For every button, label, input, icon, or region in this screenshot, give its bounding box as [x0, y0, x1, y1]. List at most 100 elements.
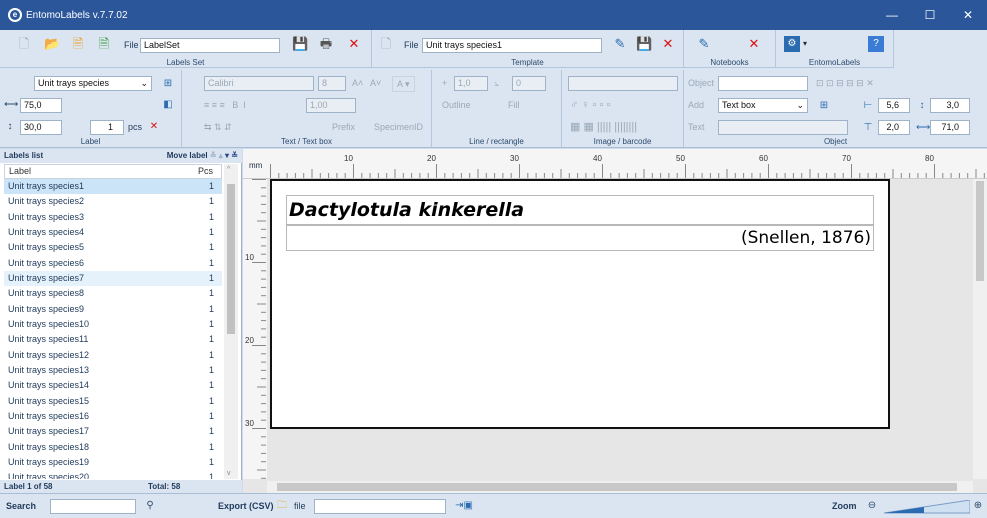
save-template-icon[interactable]: 💾	[636, 36, 652, 52]
align-icons[interactable]: ≡ ≡ ≡ B I	[204, 98, 246, 112]
chevron-down-icon[interactable]: ⌄	[140, 77, 148, 90]
col-label-header[interactable]: Label	[9, 165, 31, 178]
move-up-icon[interactable]: ≚ ▴	[210, 151, 223, 160]
list-item[interactable]: Unit trays species1 1	[4, 179, 222, 195]
delete-icon[interactable]: ✕	[346, 36, 362, 52]
edit-template-icon[interactable]: ✎	[612, 36, 628, 52]
label-template-select[interactable]: Unit trays species ⌄	[34, 76, 152, 91]
notebook-edit-icon[interactable]: ✎	[696, 36, 712, 52]
export-file-icon[interactable]: 🗎	[96, 36, 112, 52]
barcode-icons[interactable]: ▦ ▦ ||||| ||||||||	[570, 120, 637, 134]
list-item[interactable]: Unit trays species12 1	[4, 348, 222, 363]
species-text-box[interactable]: Dactylotula kinkerella	[286, 195, 874, 225]
list-item[interactable]: Unit trays species13 1	[4, 363, 222, 378]
list-item[interactable]: Unit trays species8 1	[4, 286, 222, 301]
shrink-font-icon[interactable]: A˅	[370, 76, 381, 90]
new-file-icon[interactable]: 🗋	[16, 36, 32, 52]
image-input[interactable]	[568, 76, 678, 91]
list-item[interactable]: Unit trays species4 1	[4, 225, 222, 240]
line-width-input[interactable]: 1,0	[454, 76, 488, 91]
folder-icon[interactable]: 🗀	[276, 500, 288, 512]
labels-list-scrollbar[interactable]: ^ v	[224, 164, 238, 479]
canvas-hscroll-thumb[interactable]	[277, 483, 957, 491]
delete-label-icon[interactable]: ✕	[148, 121, 160, 133]
prefix-checkbox[interactable]: Prefix	[332, 120, 355, 134]
settings-gear-icon[interactable]: ⚙	[784, 36, 800, 52]
chevron-down-icon[interactable]: ▾	[803, 39, 807, 48]
save-icon[interactable]: 💾	[292, 36, 308, 52]
pcs-input[interactable]: 1	[90, 120, 124, 135]
list-item[interactable]: Unit trays species5 1	[4, 240, 222, 255]
object-height-input[interactable]: 3,0	[930, 98, 970, 113]
angle-input[interactable]: 0	[512, 76, 546, 91]
font-color-icon[interactable]: A ▾	[392, 76, 415, 92]
outline-label[interactable]: Outline	[442, 98, 471, 112]
export-save-icon[interactable]: ⇥▣	[452, 500, 476, 512]
add-object-select[interactable]: Text box ⌄	[718, 98, 808, 113]
template-file-input[interactable]: Unit trays species1	[422, 38, 602, 53]
scroll-down-icon[interactable]: v	[227, 470, 231, 477]
labels-set-file-input[interactable]: LabelSet	[140, 38, 280, 53]
notebook-delete-icon[interactable]: ✕	[746, 36, 762, 52]
list-item[interactable]: Unit trays species17 1	[4, 424, 222, 439]
minimize-button[interactable]: —	[873, 0, 911, 30]
list-item[interactable]: Unit trays species6 1	[4, 256, 222, 271]
list-item[interactable]: Unit trays species2 1	[4, 194, 222, 209]
zoom-in-icon[interactable]: ⊕	[972, 500, 984, 512]
open-folder-icon[interactable]: 📂	[44, 36, 60, 52]
list-item[interactable]: Unit trays species14 1	[4, 378, 222, 393]
canvas-vertical-scrollbar[interactable]	[973, 179, 987, 479]
zoom-out-icon[interactable]: ⊖	[866, 500, 878, 512]
label-width-input[interactable]: 75,0	[20, 98, 62, 113]
move-down-icon[interactable]: ▾ ≚	[225, 151, 238, 160]
label-preview[interactable]: Dactylotula kinkerella (Snellen, 1876)	[270, 179, 890, 429]
list-item[interactable]: Unit trays species16 1	[4, 409, 222, 424]
object-width-input[interactable]: 71,0	[930, 120, 970, 135]
close-button[interactable]: ✕	[949, 0, 987, 30]
list-item[interactable]: Unit trays species3 1	[4, 210, 222, 225]
angle-icon[interactable]: ⦣	[494, 76, 499, 90]
list-item[interactable]: Unit trays species11 1	[4, 332, 222, 347]
object-text-input[interactable]	[718, 120, 848, 135]
search-input[interactable]	[50, 499, 136, 514]
list-item[interactable]: Unit trays species19 1	[4, 455, 222, 470]
object-x-input[interactable]: 5,6	[878, 98, 910, 113]
object-select[interactable]	[718, 76, 808, 91]
author-text-box[interactable]: (Snellen, 1876)	[286, 225, 874, 251]
delete-template-icon[interactable]: ✕	[660, 36, 676, 52]
list-item[interactable]: Unit trays species7 1	[4, 270, 222, 287]
merge-file-icon[interactable]: 🗎	[70, 36, 86, 52]
list-item[interactable]: Unit trays species20 1	[4, 470, 222, 479]
object-tools-icons[interactable]: ⊡ ⊡ ⊟ ⊟ ⊟ ✕	[816, 76, 874, 90]
maximize-button[interactable]: ☐	[911, 0, 949, 30]
font-size-select[interactable]: 8	[318, 76, 346, 91]
font-select[interactable]: Calibri	[204, 76, 314, 91]
line-spacing-input[interactable]: 1,00	[306, 98, 356, 113]
list-item[interactable]: Unit trays species10 1	[4, 317, 222, 332]
zoom-slider[interactable]	[884, 500, 970, 514]
list-item[interactable]: Unit trays species15 1	[4, 394, 222, 409]
line-cross-icon[interactable]: +	[442, 76, 447, 90]
add-label-icon[interactable]: ⊞	[162, 78, 174, 90]
text-direction-icons[interactable]: ⇆ ⇅ ⇵	[204, 120, 232, 134]
print-icon[interactable]: 🖶	[318, 36, 334, 52]
new-template-icon[interactable]: 🗋	[378, 36, 394, 52]
label-height-input[interactable]: 30,0	[20, 120, 62, 135]
grow-font-icon[interactable]: A˄	[352, 76, 363, 90]
label-icon[interactable]: ◧	[162, 99, 174, 111]
export-file-input[interactable]	[314, 499, 446, 514]
col-pcs-header[interactable]: Pcs	[198, 165, 213, 178]
list-item[interactable]: Unit trays species9 1	[4, 302, 222, 317]
chevron-down-icon[interactable]: ⌄	[796, 99, 804, 112]
object-y-input[interactable]: 2,0	[878, 120, 910, 135]
specimen-id-checkbox[interactable]: SpecimenID	[374, 120, 423, 134]
canvas-vscroll-thumb[interactable]	[976, 181, 984, 281]
add-object-icon[interactable]: ⊞	[818, 100, 830, 112]
label-editor-canvas[interactable]: mm 10 20 30 40 50 60 70 80 10 20 30 Dactylotula k…	[243, 149, 987, 493]
list-item[interactable]: Unit trays species18 1	[4, 440, 222, 455]
gender-icons[interactable]: ♂ ♀ ▫ ▫ ▫	[570, 98, 610, 112]
canvas-horizontal-scrollbar[interactable]	[267, 481, 973, 493]
fill-label[interactable]: Fill	[508, 98, 520, 112]
search-icon[interactable]: ⚲	[144, 500, 156, 512]
labels-list-scroll-thumb[interactable]	[227, 184, 235, 334]
